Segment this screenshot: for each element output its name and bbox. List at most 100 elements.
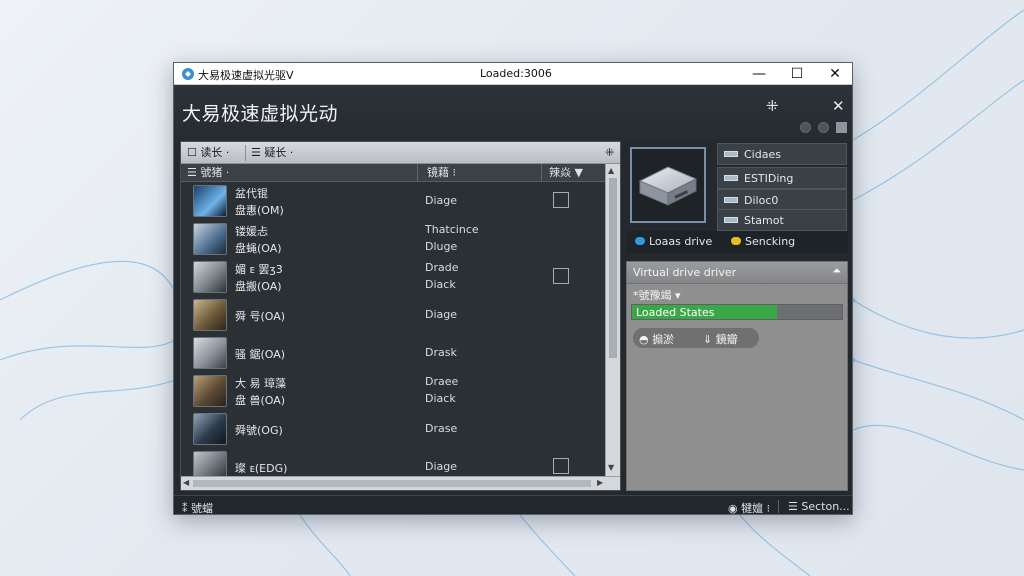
info-item-label: ESTIDing [744, 172, 794, 185]
panel-close-icon[interactable]: ✕ [832, 97, 845, 115]
row-subname: 盘蝇(OA) [235, 242, 282, 255]
status-left: ⁑ 號蟷 [182, 502, 213, 515]
disc-image-thumbnail [193, 337, 227, 369]
column-divider [417, 164, 418, 182]
table-row[interactable]: 舜號(OG) Drase [181, 410, 605, 448]
title-bar: 大易极速虚拟光驱V Loaded:3006 — ☐ ✕ [174, 63, 852, 85]
list-toolbar: ☐ 读长 · ☰ 疑长 · ⁜ [181, 142, 620, 164]
row-subname: 璨 ᴇ(EDG) [235, 462, 288, 475]
status-right[interactable]: ☰ Secton... [788, 500, 850, 513]
info-item[interactable]: ESTIDing [717, 167, 847, 189]
row-subname: 舜 号(OA) [235, 310, 286, 323]
row-type-detail: Drase [425, 422, 458, 435]
virtual-drive-icon [638, 166, 698, 206]
table-row[interactable]: 镂媛忐盘蝇(OA) Thatcince Dluge [181, 220, 605, 258]
app-window: 大易极速虚拟光驱V Loaded:3006 — ☐ ✕ 大易极速虚拟光动 ⁜ ✕… [173, 62, 853, 515]
scroll-thumb[interactable] [193, 480, 591, 487]
column-divider [541, 164, 542, 182]
image-list-panel: ☐ 读长 · ☰ 疑长 · ⁜ ☰ 號猪 · 镜藉 ⁝ 辣焱 ▼ 盆代锟 盘惠(O… [180, 141, 621, 491]
disc-image-thumbnail [193, 413, 227, 445]
toolbar-button-load[interactable]: ☐ 读长 · [187, 145, 229, 161]
column-type[interactable]: 镜藉 ⁝ [427, 166, 456, 180]
table-row[interactable]: 舜 号(OA) Diage [181, 296, 605, 334]
eject-button[interactable]: ⇓ 鏡瓣 [703, 331, 738, 347]
disc-image-thumbnail [193, 223, 227, 255]
scroll-right-icon[interactable]: ▶ [597, 478, 603, 487]
close-button[interactable]: ✕ [816, 63, 852, 85]
drive-icon [724, 151, 738, 157]
column-status[interactable]: 辣焱 ▼ [549, 166, 583, 180]
disc-image-thumbnail [193, 451, 227, 476]
row-type: Drade [425, 261, 459, 274]
row-subname: 盘 兽(OA) [235, 394, 286, 407]
drive-selector[interactable]: *號豫竭 ▾ [633, 287, 681, 303]
collapse-icon[interactable]: ⏶ [832, 264, 841, 278]
row-type-detail: Drask [425, 346, 457, 359]
panel-header: Virtual drive driver ⏶ [627, 262, 847, 284]
row-checkbox[interactable] [553, 192, 569, 208]
toolbar-button-list[interactable]: ☰ 疑长 · [251, 145, 293, 161]
status-divider [778, 500, 779, 513]
column-name[interactable]: ☰ 號猪 · [187, 166, 229, 180]
mount-button[interactable]: ◓ 搧淤 [639, 331, 674, 347]
pin-icon[interactable]: ⁜ [605, 145, 614, 161]
table-row[interactable]: 璨 ᴇ(EDG) Diage [181, 448, 605, 476]
pin-icon[interactable]: ⁜ [766, 97, 779, 115]
info-item[interactable]: Diloc0 [717, 189, 847, 211]
row-subname: 盘惠(OM) [235, 204, 284, 217]
horizontal-scrollbar[interactable]: ◀ ▶ [181, 476, 620, 490]
scroll-down-icon[interactable]: ▼ [608, 463, 614, 472]
row-type-detail: Diage [425, 308, 458, 321]
searching-status-icon [731, 237, 741, 245]
disc-image-thumbnail [193, 261, 227, 293]
row-type: Draee [425, 375, 459, 388]
window-title: 大易极速虚拟光驱V [198, 69, 294, 82]
row-name: 媚 ᴇ 罢ʒ3 [235, 263, 283, 276]
panel-title: Virtual drive driver [633, 266, 737, 279]
row-type-detail: Diage [425, 460, 458, 473]
table-row[interactable]: 媚 ᴇ 罢ʒ3 盘搬(OA) Drade Diack [181, 258, 605, 296]
disc-image-thumbnail [193, 299, 227, 331]
info-item-label: Diloc0 [744, 194, 779, 207]
table-row[interactable]: 大 易 璋藻盘 兽(OA) Draee Diack [181, 372, 605, 410]
disc-image-thumbnail [193, 375, 227, 407]
minimize-button[interactable]: — [740, 63, 778, 85]
row-subname: 骚 鋸(OA) [235, 348, 286, 361]
table-row[interactable]: 盆代锟 盘惠(OM) Diage [181, 182, 605, 220]
progress-label: Loaded States [636, 306, 715, 319]
window-status-title: Loaded:3006 [480, 67, 552, 80]
scroll-left-icon[interactable]: ◀ [183, 478, 189, 487]
row-checkbox[interactable] [553, 458, 569, 474]
scroll-thumb[interactable] [609, 178, 617, 358]
status-dot-icon [818, 122, 829, 133]
scroll-up-icon[interactable]: ▲ [608, 166, 614, 175]
vertical-scrollbar[interactable]: ▲ ▼ [605, 164, 620, 476]
row-name: 镂媛忐 [235, 225, 268, 238]
searching-status: Sencking [745, 235, 796, 248]
row-type-detail: Diack [425, 278, 456, 291]
app-logo-icon [182, 68, 194, 80]
row-name: 大 易 璋藻 [235, 377, 286, 390]
app-header: 大易极速虚拟光动 ⁜ ✕ [174, 85, 852, 141]
action-button-group: ◓ 搧淤 ⇓ 鏡瓣 [633, 328, 759, 348]
info-item-label: Stamot [744, 214, 784, 227]
disc-image-thumbnail [193, 185, 227, 217]
row-type-detail: Dluge [425, 240, 458, 253]
drive-icon [724, 197, 738, 203]
status-dot-icon [800, 122, 811, 133]
table-row[interactable]: 骚 鋸(OA) Drask [181, 334, 605, 372]
row-subname: 舜號(OG) [235, 424, 283, 437]
virtual-drive-panel: Virtual drive driver ⏶ *號豫竭 ▾ Loaded Sta… [626, 261, 848, 491]
status-mid[interactable]: ◉ 犍嬗 ⁝ [728, 500, 770, 514]
info-item[interactable]: Stamot [717, 209, 847, 231]
info-item[interactable]: Cidaes [717, 143, 847, 165]
row-checkbox[interactable] [553, 268, 569, 284]
loaded-drive-status: Loaas drive [649, 235, 713, 248]
maximize-button[interactable]: ☐ [778, 63, 816, 85]
row-subname: 盘搬(OA) [235, 280, 282, 293]
column-header: ☰ 號猪 · 镜藉 ⁝ 辣焱 ▼ [181, 164, 605, 182]
row-type: Thatcince [425, 223, 479, 236]
toolbar-divider [245, 145, 246, 161]
drive-icon [724, 217, 738, 223]
settings-square-icon[interactable] [836, 122, 847, 133]
